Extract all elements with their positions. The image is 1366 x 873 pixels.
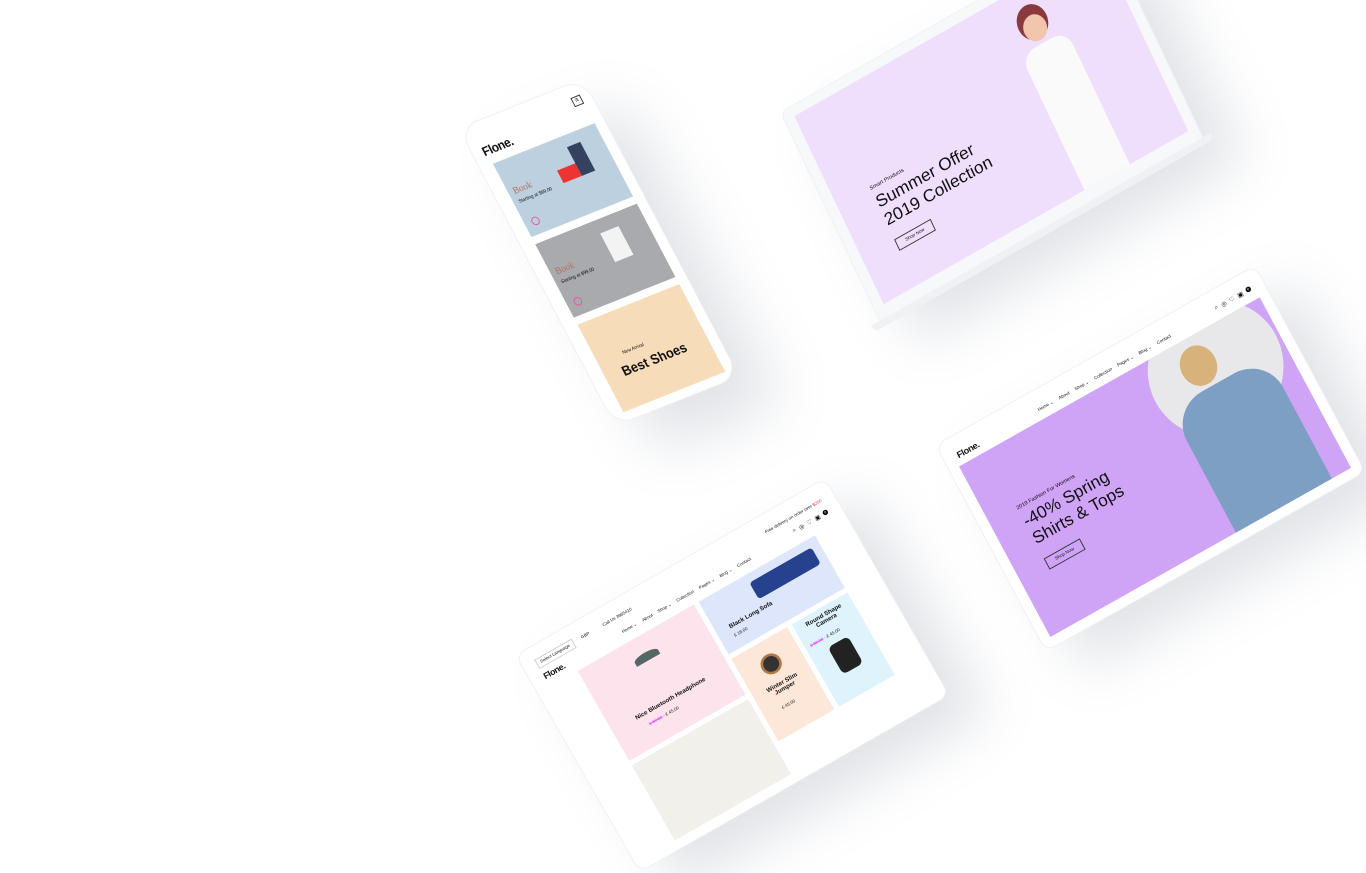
nav-blog[interactable]: Blog ⌄ [719, 567, 734, 578]
nav-contact[interactable]: Contact [736, 557, 752, 569]
nav-collection[interactable]: Collection [1093, 367, 1113, 382]
nav-about[interactable]: About [1058, 391, 1071, 402]
cart-icon[interactable]: ▣ [813, 513, 822, 522]
currency-select[interactable]: GBP [580, 631, 591, 640]
nav-contact[interactable]: Contact [1156, 334, 1172, 346]
nav-pages[interactable]: Pages ⌄ [698, 577, 716, 590]
nav-about[interactable]: About [641, 613, 654, 623]
nav-shop[interactable]: Shop ⌄ [1074, 380, 1090, 393]
nav-blog[interactable]: Blog ⌄ [1138, 344, 1153, 356]
nav-home[interactable]: Home ⌄ [621, 622, 638, 635]
model-image [984, 0, 1142, 198]
arrow-circle-icon[interactable] [571, 295, 584, 307]
wishlist-icon[interactable]: ♡ [1228, 295, 1236, 304]
cart-count-badge: 0 [821, 508, 829, 517]
shop-now-button[interactable]: Shop Now [1043, 538, 1086, 570]
search-icon[interactable]: ⌕ [1213, 304, 1220, 312]
phone-logo: Flone. [479, 133, 516, 159]
hamburger-icon[interactable]: ≡ [570, 94, 585, 108]
cart-icon[interactable]: ▣ [1236, 290, 1245, 300]
wishlist-icon[interactable]: ♡ [806, 518, 814, 527]
laptop-mockup: Smart Products Summer Offer 2019 Collect… [780, 0, 1215, 333]
phone-mockup: Flone. ≡ Book Starting at $99.00 Book St… [458, 78, 740, 427]
nav-shop[interactable]: Shop ⌄ [657, 602, 673, 614]
nav-pages[interactable]: Pages ⌄ [1116, 355, 1134, 369]
nav-collection[interactable]: Collection [676, 589, 696, 603]
tablet-right-mockup: Flone. Home ⌄ About Shop ⌄ Collection Pa… [935, 265, 1366, 652]
account-icon[interactable]: ◎ [1220, 300, 1228, 308]
nav-home[interactable]: Home ⌄ [1037, 400, 1055, 413]
search-icon[interactable]: ⌕ [792, 527, 798, 535]
cart-count-badge: 0 [1244, 285, 1252, 294]
account-icon[interactable]: ◎ [798, 523, 806, 531]
tablet-bottom-mockup: Select Language GBP Call Us 3965410 Free… [515, 477, 950, 873]
arrow-circle-icon[interactable] [529, 215, 542, 227]
